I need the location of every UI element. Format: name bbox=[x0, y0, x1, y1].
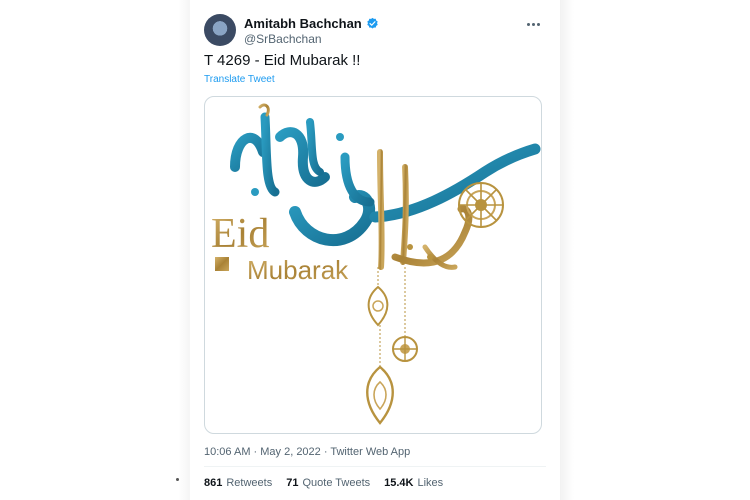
divider bbox=[204, 466, 546, 467]
tweet-text: T 4269 - Eid Mubarak !! bbox=[204, 52, 361, 69]
left-shadow bbox=[178, 0, 190, 500]
right-shadow bbox=[560, 0, 574, 500]
tweet-image[interactable]: Eid Mubarak bbox=[204, 96, 542, 434]
handle[interactable]: @SrBachchan bbox=[244, 32, 322, 46]
engagement-stats: 861 Retweets 71 Quote Tweets 15.4K Likes bbox=[204, 477, 443, 489]
eid-calligraphy-artwork: Eid Mubarak bbox=[211, 103, 541, 425]
eid-word: Eid bbox=[211, 211, 269, 257]
likes-count: 15.4K bbox=[384, 477, 414, 489]
verified-badge-icon bbox=[367, 17, 378, 29]
more-horizontal-icon[interactable] bbox=[524, 18, 542, 30]
likes-stat[interactable]: 15.4K Likes bbox=[384, 477, 443, 489]
retweets-count: 861 bbox=[204, 477, 223, 489]
author-row: Amitabh Bachchan bbox=[244, 16, 379, 31]
rosette-ornament bbox=[458, 182, 504, 228]
quote-tweets-stat[interactable]: 71 Quote Tweets bbox=[286, 477, 370, 489]
quote-tweets-count: 71 bbox=[286, 477, 299, 489]
quote-tweets-label: Quote Tweets bbox=[302, 477, 371, 489]
retweets-stat[interactable]: 861 Retweets bbox=[204, 477, 272, 489]
left-dot bbox=[176, 478, 179, 481]
lantern-2 bbox=[366, 365, 394, 425]
lantern-star bbox=[392, 336, 418, 362]
display-name[interactable]: Amitabh Bachchan bbox=[244, 16, 362, 31]
avatar[interactable] bbox=[204, 14, 236, 46]
tweet-card: Amitabh Bachchan @SrBachchan T 4269 - Ei… bbox=[190, 0, 560, 500]
retweets-label: Retweets bbox=[226, 477, 273, 489]
mubarak-word: Mubarak bbox=[247, 255, 349, 285]
likes-label: Likes bbox=[417, 477, 444, 489]
tweet-timestamp[interactable]: 10:06 AM · May 2, 2022 · Twitter Web App bbox=[204, 446, 410, 458]
lantern-1 bbox=[367, 285, 389, 327]
translate-tweet-link[interactable]: Translate Tweet bbox=[204, 74, 275, 85]
